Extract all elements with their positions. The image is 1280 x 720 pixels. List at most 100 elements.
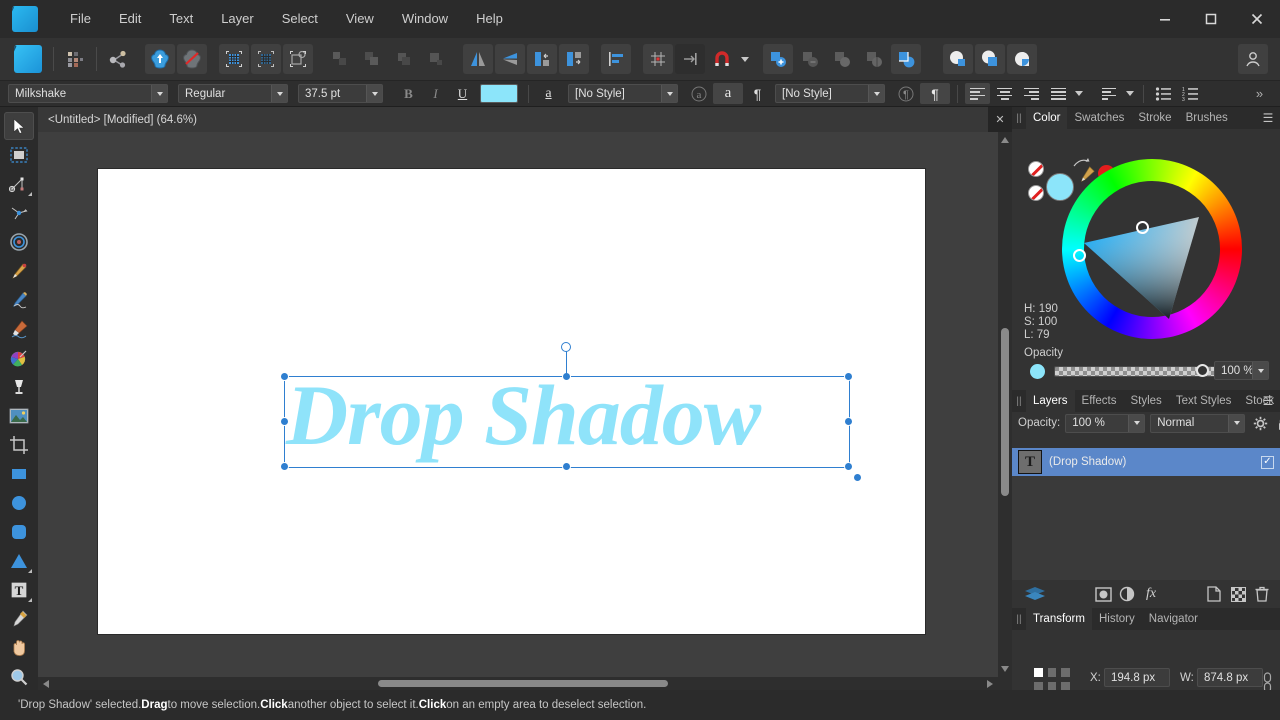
font-style-dropdown-arrow[interactable]: [271, 85, 287, 102]
menu-layer[interactable]: Layer: [207, 0, 268, 38]
mask-button[interactable]: [943, 44, 973, 74]
anchor-top-right[interactable]: [1061, 668, 1070, 677]
triangle-tool[interactable]: [4, 547, 34, 575]
menu-text[interactable]: Text: [155, 0, 207, 38]
canvas-vertical-scrollbar[interactable]: [998, 132, 1012, 677]
node-tool[interactable]: [4, 170, 34, 198]
numbered-list-button[interactable]: 1 2 3: [1178, 83, 1203, 104]
opacity-slider-knob[interactable]: [1196, 364, 1209, 377]
text-color-swatch[interactable]: [480, 84, 518, 103]
delete-layer-button[interactable]: [1250, 583, 1274, 605]
anchor-top-left[interactable]: [1034, 668, 1043, 677]
rotation-handle[interactable]: [561, 342, 571, 352]
canvas-horizontal-scrollbar[interactable]: [38, 677, 998, 690]
paragraph-style-dropdown-arrow[interactable]: [868, 85, 884, 102]
tab-navigator[interactable]: Navigator: [1142, 608, 1205, 630]
move-by-whole-pixels-button[interactable]: [219, 44, 249, 74]
menu-view[interactable]: View: [332, 0, 388, 38]
align-justify-button[interactable]: [1046, 83, 1071, 104]
align-left-button[interactable]: [965, 83, 990, 104]
crop-tool[interactable]: [4, 431, 34, 459]
layer-row[interactable]: T (Drop Shadow) ✓: [1012, 448, 1280, 476]
anchor-top-center[interactable]: [1047, 668, 1057, 677]
arrange-backward-button[interactable]: [389, 44, 419, 74]
compound-button[interactable]: [975, 44, 1005, 74]
selection-handle-top-left[interactable]: [280, 372, 289, 381]
vector-brush-tool[interactable]: [4, 344, 34, 372]
vector-crop-tool[interactable]: [4, 228, 34, 256]
show-special-characters-button[interactable]: ¶: [920, 83, 950, 104]
assets-button[interactable]: [60, 44, 90, 74]
paragraph-panel-button[interactable]: ¶: [893, 83, 918, 104]
saturation-marker[interactable]: [1136, 221, 1149, 234]
panel-grip-icon[interactable]: ||: [1012, 390, 1026, 412]
layer-list[interactable]: T (Drop Shadow) ✓: [1012, 448, 1280, 580]
menu-edit[interactable]: Edit: [105, 0, 155, 38]
paragraph-mark-button[interactable]: ¶: [745, 83, 770, 104]
pixel-align-button[interactable]: [251, 44, 281, 74]
account-button[interactable]: [1238, 44, 1268, 74]
menu-select[interactable]: Select: [268, 0, 332, 38]
selection-handle-top-right[interactable]: [844, 372, 853, 381]
close-document-button[interactable]: ✕: [988, 107, 1012, 132]
character-style-dropdown-arrow[interactable]: [661, 85, 677, 102]
color-picker-tool[interactable]: [4, 605, 34, 633]
font-family-dropdown-arrow[interactable]: [151, 85, 167, 102]
fill-none-badge-icon[interactable]: [1028, 185, 1044, 201]
horizontal-scroll-thumb[interactable]: [378, 680, 668, 687]
text-flow-more-button[interactable]: [1123, 79, 1137, 109]
panel-menu-icon[interactable]: ☰: [1260, 110, 1276, 126]
align-right-button[interactable]: [1019, 83, 1044, 104]
opacity-dropdown-arrow[interactable]: [1252, 362, 1268, 379]
show-grid-button[interactable]: [643, 44, 673, 74]
tab-brushes[interactable]: Brushes: [1179, 107, 1235, 129]
menu-window[interactable]: Window: [388, 0, 462, 38]
arrange-back-button[interactable]: [421, 44, 451, 74]
add-mask-button[interactable]: [1091, 583, 1115, 605]
geometry-add-button[interactable]: [763, 44, 793, 74]
paint-brush-tool[interactable]: [4, 315, 34, 343]
blend-mode-combo[interactable]: Normal: [1150, 413, 1246, 433]
selection-handle-middle-left[interactable]: [280, 417, 289, 426]
stroke-none-badge-icon[interactable]: [1028, 161, 1044, 177]
text-flow-button[interactable]: [1097, 83, 1122, 104]
character-style-combo[interactable]: [No Style]: [568, 84, 678, 103]
ellipse-tool[interactable]: [4, 489, 34, 517]
bullet-list-button[interactable]: [1151, 83, 1176, 104]
geometry-divide-button[interactable]: [859, 44, 889, 74]
font-family-combo[interactable]: Milkshake: [8, 84, 168, 103]
context-overflow-button[interactable]: »: [1247, 83, 1272, 104]
align-more-button[interactable]: [1072, 79, 1086, 109]
minimize-button[interactable]: [1142, 0, 1188, 38]
blend-mode-dropdown-arrow[interactable]: [1228, 414, 1245, 432]
selection-handle-bottom-left[interactable]: [280, 462, 289, 471]
tab-effects[interactable]: Effects: [1075, 390, 1124, 412]
tab-stroke[interactable]: Stroke: [1131, 107, 1178, 129]
rectangle-tool[interactable]: [4, 460, 34, 488]
affinity-persona-logo-icon[interactable]: [14, 45, 42, 73]
menu-help[interactable]: Help: [462, 0, 517, 38]
panel-grip-icon[interactable]: ||: [1012, 608, 1026, 630]
add-effects-button[interactable]: fx: [1139, 583, 1163, 605]
rounded-rectangle-tool[interactable]: [4, 518, 34, 546]
text-resize-handle[interactable]: [853, 473, 862, 482]
layer-visibility-checkbox[interactable]: ✓: [1261, 455, 1274, 469]
geometry-intersect-button[interactable]: [827, 44, 857, 74]
flip-horizontal-button[interactable]: [463, 44, 493, 74]
layer-stack-button[interactable]: [1018, 583, 1052, 605]
canvas-area[interactable]: Drop Shadow: [38, 132, 998, 677]
font-size-combo[interactable]: 37.5 pt: [298, 84, 383, 103]
bounding-box-button[interactable]: [283, 44, 313, 74]
add-adjustment-button[interactable]: [1115, 583, 1139, 605]
adjustment-button[interactable]: [1007, 44, 1037, 74]
tab-styles[interactable]: Styles: [1123, 390, 1168, 412]
layer-opacity-dropdown-arrow[interactable]: [1128, 414, 1145, 432]
opacity-slider[interactable]: [1054, 366, 1219, 377]
opacity-value-combo[interactable]: 100 %: [1214, 361, 1269, 380]
typography-button[interactable]: a: [713, 83, 743, 104]
paragraph-style-combo[interactable]: [No Style]: [775, 84, 885, 103]
selection-handle-bottom-right[interactable]: [844, 462, 853, 471]
tab-layers[interactable]: Layers: [1026, 390, 1075, 412]
bold-button[interactable]: B: [396, 83, 421, 104]
panel-grip-icon[interactable]: ||: [1012, 107, 1026, 129]
